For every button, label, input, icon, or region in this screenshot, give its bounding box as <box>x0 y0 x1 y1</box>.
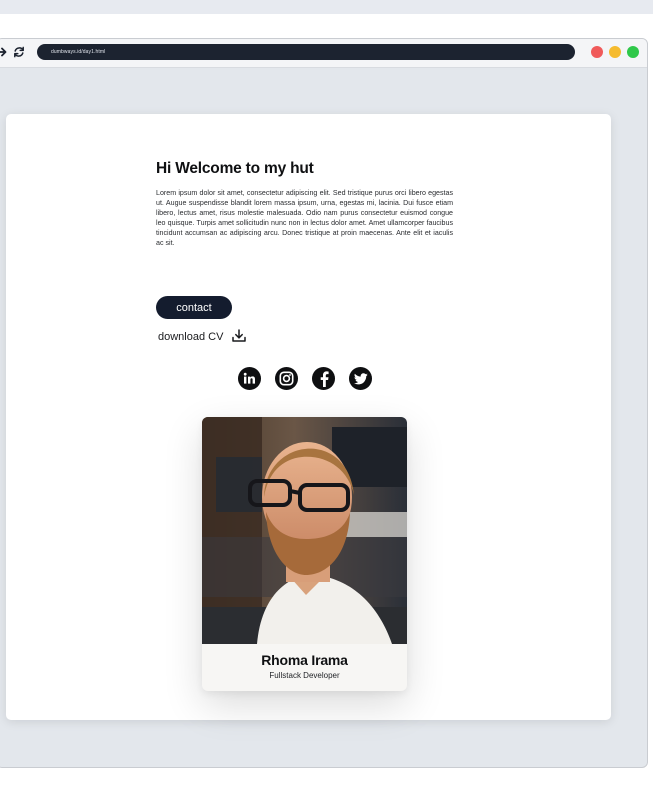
address-url: dumbways.id/day1.html <box>51 49 106 55</box>
page-card: Hi Welcome to my hut Lorem ipsum dolor s… <box>6 114 611 720</box>
linkedin-icon[interactable] <box>238 367 261 390</box>
intro-paragraph: Lorem ipsum dolor sit amet, consectetur … <box>156 189 453 248</box>
download-icon <box>231 328 247 346</box>
profile-card: Rhoma Irama Fullstack Developer <box>202 417 407 691</box>
browser-toolbar: dumbways.id/day1.html <box>0 39 647 68</box>
twitter-icon[interactable] <box>349 367 372 390</box>
download-cv-label: download CV <box>158 331 224 343</box>
profile-role: Fullstack Developer <box>269 671 340 680</box>
facebook-icon[interactable] <box>312 367 335 390</box>
browser-window: dumbways.id/day1.html Hi Welcome to my h… <box>0 38 648 768</box>
contact-button[interactable]: contact <box>156 296 232 319</box>
download-cv-link[interactable]: download CV <box>158 328 247 346</box>
arrow-right-icon[interactable] <box>0 45 9 59</box>
top-strip <box>0 0 653 14</box>
social-links <box>238 367 372 390</box>
refresh-icon[interactable] <box>12 45 26 59</box>
window-minimize-dot[interactable] <box>609 46 621 58</box>
window-maximize-dot[interactable] <box>627 46 639 58</box>
window-close-dot[interactable] <box>591 46 603 58</box>
instagram-icon[interactable] <box>275 367 298 390</box>
profile-name: Rhoma Irama <box>261 652 348 668</box>
address-bar[interactable]: dumbways.id/day1.html <box>37 44 575 60</box>
page-title: Hi Welcome to my hut <box>156 160 314 177</box>
profile-photo <box>202 417 407 644</box>
